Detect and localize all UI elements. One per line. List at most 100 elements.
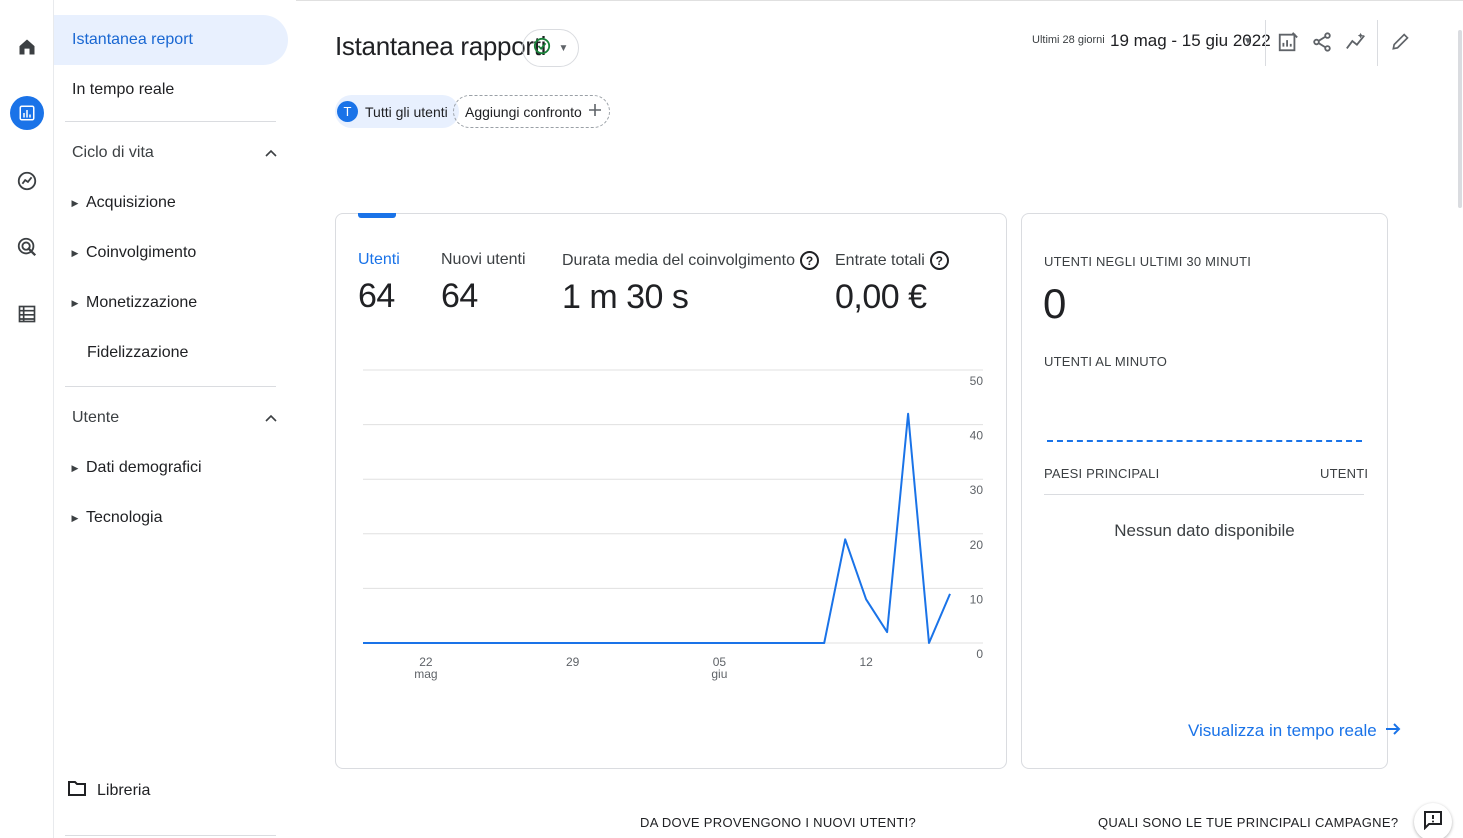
sidebar-divider [65, 835, 276, 836]
edit-pencil-icon[interactable] [1386, 28, 1414, 56]
metric-label: Nuovi utenti [441, 251, 526, 269]
folder-icon [68, 780, 86, 801]
sidebar-divider [65, 121, 276, 122]
metric-value: 64 [358, 277, 395, 315]
metric-total-revenue-tab[interactable]: Entrate totali? 0,00 € [835, 251, 949, 317]
sidebar-item-label: Monetizzazione [86, 294, 198, 311]
y-tick-label: 50 [970, 374, 984, 388]
new-users-source-heading: DA DOVE PROVENGONO I NUOVI UTENTI? [640, 815, 917, 830]
metric-users-tab[interactable]: Utenti 64 [358, 251, 400, 316]
y-tick-label: 20 [970, 538, 984, 552]
users-per-minute-label: UTENTI AL MINUTO [1044, 354, 1168, 369]
sidebar-divider [65, 386, 276, 387]
x-tick-label: 29 [566, 655, 580, 669]
users-30min-label: UTENTI NEGLI ULTIMI 30 MINUTI [1044, 254, 1252, 269]
sidebar-item-label: Tecnologia [86, 509, 163, 526]
page-title: Istantanea rapporti [335, 31, 547, 61]
expand-arrow-icon: ▶ [71, 247, 79, 258]
app-rail [0, 0, 54, 838]
section-lifecycle-header[interactable]: Ciclo di vita [72, 144, 277, 162]
metric-label-text: Durata media del coinvolgimento [562, 251, 796, 269]
sidebar-item-label: Libreria [97, 781, 151, 799]
metric-label-text: Utenti [358, 251, 400, 268]
status-dropdown[interactable]: ▼ [522, 29, 579, 67]
table-divider [1044, 494, 1364, 495]
avatar: T [337, 101, 358, 122]
insights-icon[interactable] [1342, 28, 1370, 56]
chevron-up-icon [265, 144, 277, 162]
page-scrollbar[interactable] [1458, 30, 1462, 208]
metric-avg-engagement-tab[interactable]: Durata media del coinvolgimento? 1 m 30 … [562, 251, 820, 317]
top-countries-label: PAESI PRINCIPALI [1044, 466, 1160, 481]
toolbar-divider [1377, 20, 1378, 66]
users-30min-value: 0 [1043, 280, 1067, 327]
sidebar-item-retention[interactable]: Fidelizzazione [87, 344, 188, 362]
metric-label-text: Nuovi utenti [441, 251, 526, 268]
sidebar-item-realtime[interactable]: In tempo reale [54, 65, 174, 115]
sidebar-item-label: Coinvolgimento [86, 244, 197, 261]
y-tick-label: 0 [976, 647, 983, 661]
share-icon[interactable] [1308, 28, 1336, 56]
users-column-label: UTENTI [1320, 466, 1369, 481]
explore-icon[interactable] [10, 164, 44, 198]
link-label: Visualizza in tempo reale [1188, 721, 1377, 740]
reports-sidebar: Istantanea report In tempo reale Ciclo d… [54, 0, 296, 838]
help-icon[interactable]: ? [800, 251, 820, 270]
plus-icon [588, 103, 602, 120]
expand-arrow-icon: ▶ [71, 197, 79, 208]
check-circle-icon [533, 37, 551, 60]
caret-down-icon: ▼ [558, 42, 569, 54]
sidebar-item-label: Istantanea report [72, 31, 193, 48]
sidebar-item-label: Fidelizzazione [87, 344, 189, 361]
reports-icon[interactable] [10, 96, 44, 130]
sidebar-item-report-snapshot[interactable]: Istantanea report [54, 15, 288, 65]
date-preset-label: Ultimi 28 giorni [1032, 34, 1105, 46]
all-users-chip[interactable]: T Tutti gli utenti [335, 95, 459, 128]
metric-new-users-tab[interactable]: Nuovi utenti 64 [441, 251, 526, 316]
sidebar-item-engagement[interactable]: ▶ Coinvolgimento [64, 244, 197, 262]
users-per-minute-sparkline [1047, 440, 1362, 442]
chip-label: Aggiungi confronto [465, 103, 582, 120]
metric-value: 1 m 30 s [562, 278, 689, 316]
y-tick-label: 40 [970, 429, 984, 443]
sidebar-item-label: Dati demografici [86, 459, 202, 476]
expand-arrow-icon: ▶ [71, 462, 79, 473]
series-line-users [363, 412, 951, 644]
y-tick-label: 10 [970, 592, 984, 606]
sidebar-item-acquisition[interactable]: ▶ Acquisizione [64, 194, 176, 212]
realtime-card [1021, 213, 1388, 769]
users-line-chart: 5040302010022mag29 05giu12 [363, 369, 984, 681]
arrow-right-icon [1385, 721, 1401, 741]
chip-label: Tutti gli utenti [365, 103, 448, 120]
section-title: Utente [72, 409, 120, 426]
configure-icon[interactable] [10, 297, 44, 331]
x-tick-label: 12 [859, 655, 873, 669]
section-title: Ciclo di vita [72, 144, 154, 161]
feedback-button[interactable] [1414, 803, 1452, 838]
metric-label-text: Entrate totali [835, 251, 925, 269]
expand-arrow-icon: ▶ [71, 297, 79, 308]
metric-value: 64 [441, 277, 478, 315]
sidebar-item-demographics[interactable]: ▶ Dati demografici [64, 459, 202, 477]
expand-arrow-icon: ▶ [71, 512, 79, 523]
customize-report-icon[interactable] [1274, 28, 1302, 56]
view-realtime-link[interactable]: Visualizza in tempo reale [1188, 721, 1401, 741]
toolbar-divider [1265, 20, 1266, 66]
sidebar-item-library[interactable]: Libreria [68, 780, 150, 801]
feedback-icon [1423, 810, 1443, 835]
metric-label: Durata media del coinvolgimento? [562, 251, 820, 270]
top-campaigns-heading: QUALI SONO LE TUE PRINCIPALI CAMPAGNE? [1098, 815, 1399, 830]
help-icon[interactable]: ? [929, 251, 949, 270]
chevron-up-icon [265, 409, 277, 427]
home-icon[interactable] [10, 30, 44, 64]
y-tick-label: 30 [970, 483, 984, 497]
sidebar-item-technology[interactable]: ▶ Tecnologia [64, 509, 163, 527]
add-comparison-button[interactable]: Aggiungi confronto [453, 95, 610, 128]
metric-value: 0,00 € [835, 278, 927, 316]
selected-tab-indicator [358, 213, 396, 218]
advertising-icon[interactable] [10, 230, 44, 264]
sidebar-item-monetization[interactable]: ▶ Monetizzazione [64, 294, 198, 312]
caret-down-icon[interactable]: ▼ [1243, 36, 1253, 47]
section-user-header[interactable]: Utente [72, 409, 277, 427]
metric-label: Utenti [358, 251, 400, 269]
